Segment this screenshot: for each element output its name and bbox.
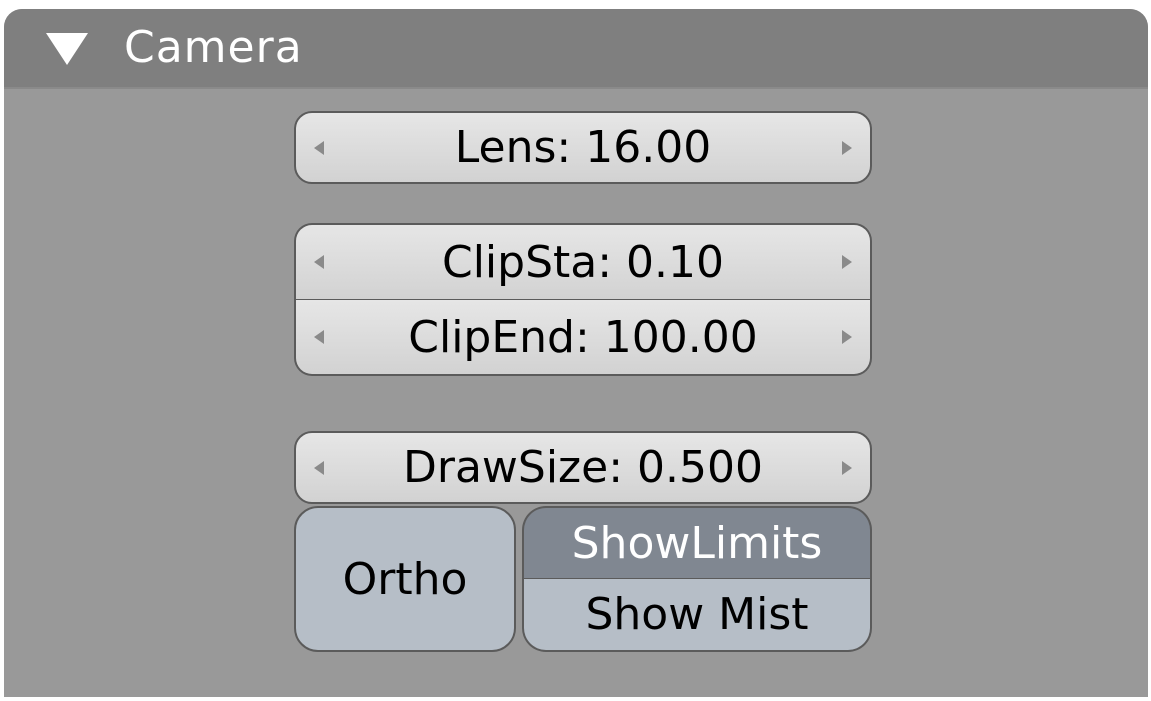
triangle-down-icon[interactable]: [44, 29, 90, 69]
show-mist-toggle-button[interactable]: Show Mist: [522, 578, 872, 652]
clip-end-field[interactable]: ClipEnd: 100.00: [294, 299, 872, 376]
increment-arrow-icon[interactable]: [842, 460, 852, 475]
camera-panel: Camera Lens: 16.00 ClipSta: 0.10 ClipEnd…: [4, 9, 1148, 697]
increment-arrow-icon[interactable]: [842, 140, 852, 155]
increment-arrow-icon[interactable]: [842, 330, 852, 344]
clip-start-value: ClipSta: 0.10: [441, 236, 725, 288]
panel-header[interactable]: Camera: [4, 9, 1148, 89]
increment-arrow-icon[interactable]: [842, 255, 852, 269]
decrement-arrow-icon[interactable]: [314, 140, 324, 155]
decrement-arrow-icon[interactable]: [314, 330, 324, 344]
draw-size-value: DrawSize: 0.500: [402, 442, 763, 493]
lens-field[interactable]: Lens: 16.00: [294, 111, 872, 184]
decrement-arrow-icon[interactable]: [314, 460, 324, 475]
panel-title: Camera: [124, 22, 303, 73]
clip-start-field[interactable]: ClipSta: 0.10: [294, 223, 872, 300]
show-limits-toggle-button[interactable]: ShowLimits: [522, 506, 872, 579]
decrement-arrow-icon[interactable]: [314, 255, 324, 269]
lens-value: Lens: 16.00: [454, 122, 712, 173]
draw-size-field[interactable]: DrawSize: 0.500: [294, 431, 872, 504]
clip-end-value: ClipEnd: 100.00: [408, 311, 758, 363]
ortho-toggle-button[interactable]: Ortho: [294, 506, 516, 652]
